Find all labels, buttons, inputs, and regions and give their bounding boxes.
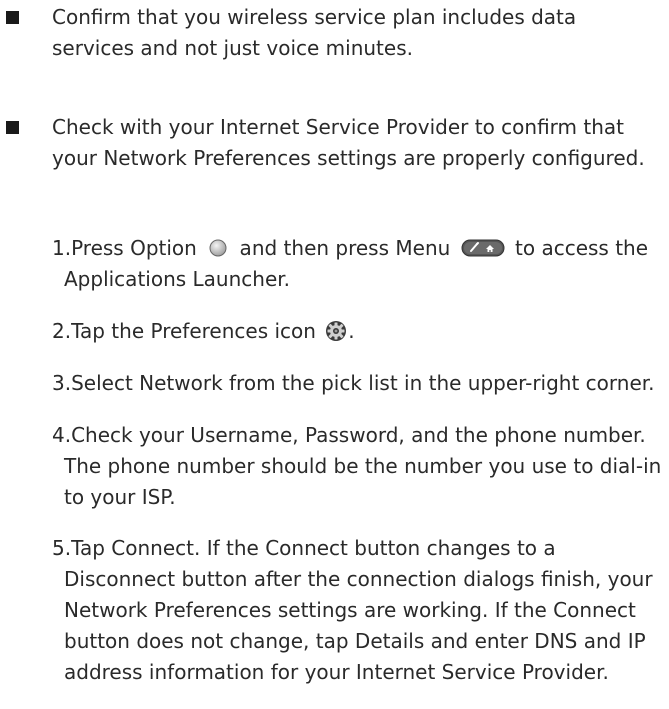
step-2-text-part: . <box>348 319 355 343</box>
step-number: 2. <box>52 319 72 343</box>
step-1-text-part: Press Option <box>71 236 204 260</box>
step-2-text-part: Tap the Preferences icon <box>71 319 323 343</box>
bullet-text: Check with your Internet Service Provide… <box>52 115 645 170</box>
step-1: 1.Press Option and then press Menu to ac… <box>52 233 664 295</box>
step-4: 4.Check your Username, Password, and the… <box>52 420 664 513</box>
menu-home-key-icon <box>461 239 505 256</box>
step-1-text: 1.Press Option and then press Menu to ac… <box>52 233 664 295</box>
square-bullet-icon <box>6 11 19 24</box>
step-3-text: 3.Select Network from the pick list in t… <box>52 368 664 399</box>
step-number: 3. <box>52 371 72 395</box>
preferences-gear-icon <box>326 320 347 341</box>
step-number: 4. <box>52 423 72 447</box>
step-5: 5.Tap Connect. If the Connect button cha… <box>52 533 664 688</box>
square-bullet-icon <box>6 121 19 134</box>
step-4-text-body: Check your Username, Password, and the p… <box>64 423 662 509</box>
step-4-text: 4.Check your Username, Password, and the… <box>52 420 664 513</box>
step-5-text: 5.Tap Connect. If the Connect button cha… <box>52 533 664 688</box>
option-key-icon <box>209 239 227 256</box>
document-page: Confirm that you wireless service plan i… <box>0 0 669 709</box>
step-number: 1. <box>52 236 72 260</box>
step-3-text-body: Select Network from the pick list in the… <box>71 371 655 395</box>
step-2-text: 2.Tap the Preferences icon . <box>52 316 664 347</box>
step-5-text-body: Tap Connect. If the Connect button chang… <box>64 536 653 684</box>
step-number: 5. <box>52 536 72 560</box>
step-1-text-part: and then press Menu <box>233 236 457 260</box>
step-2: 2.Tap the Preferences icon . <box>52 316 664 347</box>
bullet-text: Confirm that you wireless service plan i… <box>52 5 577 60</box>
step-3: 3.Select Network from the pick list in t… <box>52 368 664 399</box>
